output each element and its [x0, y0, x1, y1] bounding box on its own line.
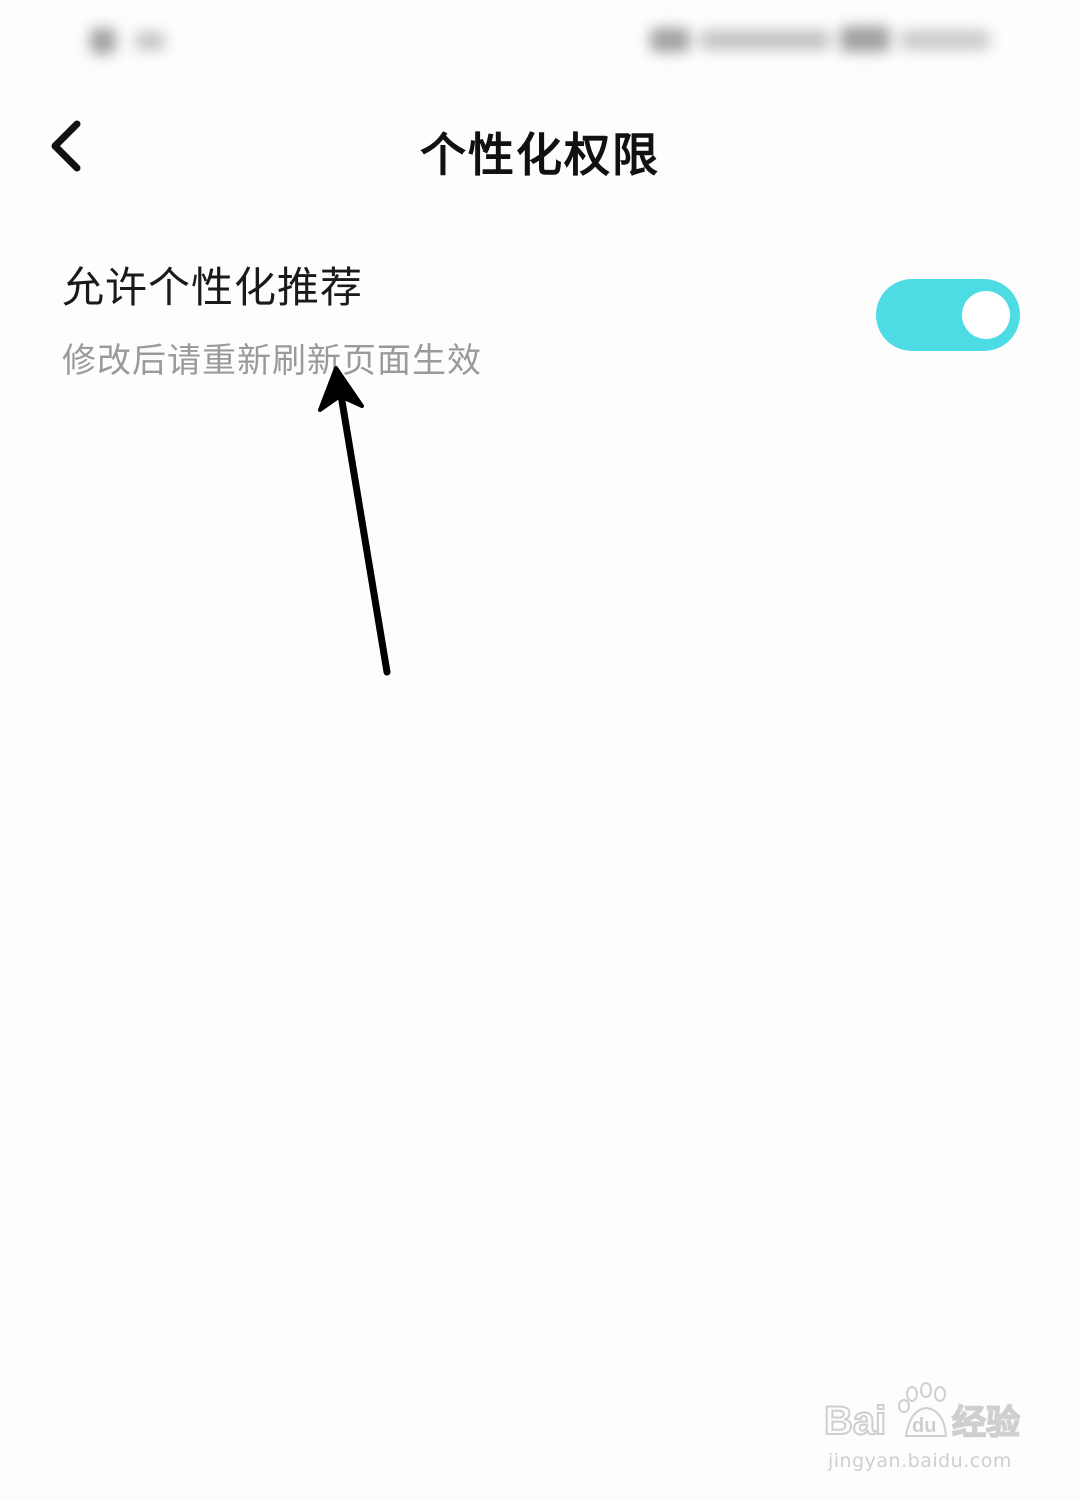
svg-text:du: du — [912, 1415, 936, 1437]
svg-text:经验: 经验 — [952, 1403, 1020, 1443]
header: 个性化权限 — [0, 95, 1080, 205]
baidu-jingyan-watermark: Bai du 经验 jingyan.baidu.com — [820, 1380, 1040, 1480]
status-bar — [0, 0, 1080, 80]
status-icons-right — [650, 28, 690, 52]
setting-title: 允许个性化推荐 — [62, 263, 364, 312]
battery-icon — [840, 26, 890, 52]
annotation-arrow — [318, 366, 391, 676]
baidu-logo-icon: Bai du 经验 — [823, 1382, 1021, 1444]
personalized-recommendation-toggle[interactable] — [876, 279, 1020, 351]
setting-subtitle: 修改后请重新刷新页面生效 — [62, 341, 482, 381]
watermark-url: jingyan.baidu.com — [828, 1450, 1012, 1472]
status-icon-left — [90, 28, 116, 54]
status-signal-icons — [700, 30, 830, 50]
toggle-knob — [962, 291, 1010, 339]
page-title: 个性化权限 — [420, 128, 660, 182]
setting-personalized-recommendation: 允许个性化推荐 修改后请重新刷新页面生效 — [0, 240, 1080, 400]
status-icon-left-2 — [135, 32, 165, 50]
svg-text:Bai: Bai — [824, 1399, 886, 1443]
status-time — [900, 30, 990, 50]
